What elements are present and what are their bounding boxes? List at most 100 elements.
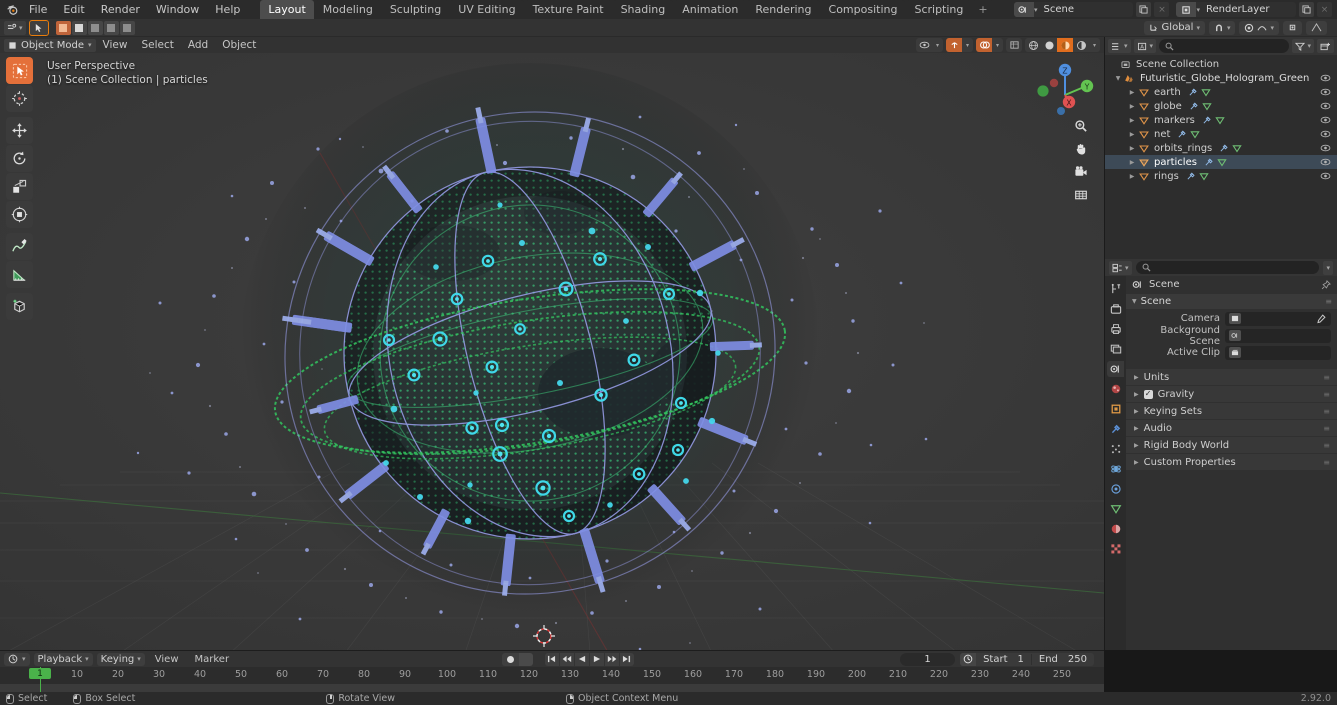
auto-keying-toggle[interactable]: [501, 652, 519, 666]
menu-file[interactable]: File: [21, 1, 55, 18]
current-frame-field[interactable]: 1: [900, 652, 956, 666]
chevron-right-icon[interactable]: ▶: [1127, 89, 1137, 96]
chevron-down-icon[interactable]: ▼: [1113, 75, 1123, 82]
eye-icon[interactable]: [1320, 116, 1331, 124]
start-frame-field[interactable]: Start 1: [976, 654, 1031, 665]
outliner-row-object[interactable]: ▶ markers: [1105, 113, 1337, 127]
modifier-icon[interactable]: [1186, 172, 1196, 181]
jump-to-end-button[interactable]: [619, 652, 634, 666]
end-frame-field[interactable]: End 250: [1030, 653, 1094, 665]
outliner-row-collection[interactable]: ▼ Futuristic_Globe_Hologram_Green: [1105, 71, 1337, 85]
add-workspace-button[interactable]: +: [972, 0, 994, 19]
properties-editor-type-dropdown[interactable]: ▾: [1109, 260, 1132, 275]
output-tab[interactable]: [1107, 321, 1124, 337]
timeline-menu-view[interactable]: View: [149, 654, 185, 665]
tab-compositing[interactable]: Compositing: [820, 0, 906, 19]
vertex-select-button[interactable]: [55, 20, 71, 35]
menu-help[interactable]: Help: [207, 1, 248, 18]
scene-name[interactable]: Scene: [1037, 4, 1133, 15]
navigation-gizmo[interactable]: Z Y X: [1032, 57, 1098, 123]
tab-sculpting[interactable]: Sculpting: [381, 0, 450, 19]
unlink-scene-button[interactable]: ×: [1154, 2, 1170, 17]
timeline-ruler[interactable]: 10 20 30 40 50 60 70 80 90 100 110 120 1…: [0, 667, 1104, 692]
rotate-tool[interactable]: [6, 145, 33, 172]
transform-tool[interactable]: [6, 201, 33, 228]
modifier-icon[interactable]: [1204, 158, 1214, 167]
outliner-row-scene-collection[interactable]: Scene Collection: [1105, 57, 1337, 71]
scene-selector[interactable]: ▾ Scene: [1013, 2, 1134, 17]
blender-logo-icon[interactable]: [3, 2, 21, 18]
background-scene-field[interactable]: [1225, 328, 1331, 343]
scene-tab[interactable]: [1107, 361, 1124, 377]
scene-panel-header[interactable]: ▼ Scene ≡: [1126, 294, 1337, 309]
data-tab[interactable]: [1107, 501, 1124, 517]
pin-icon[interactable]: [1321, 279, 1331, 290]
render-tab[interactable]: [1107, 301, 1124, 317]
properties-options-dropdown[interactable]: ▾: [1323, 260, 1333, 275]
tab-uv-editing[interactable]: UV Editing: [450, 0, 524, 19]
show-overlays-toggle[interactable]: [976, 38, 992, 52]
tab-layout[interactable]: Layout: [260, 0, 314, 19]
zoom-view-button[interactable]: [1072, 117, 1089, 134]
pan-view-button[interactable]: [1072, 140, 1089, 157]
view-layer-tab[interactable]: [1107, 341, 1124, 357]
cursor-tool[interactable]: [6, 85, 33, 112]
chevron-right-icon[interactable]: ▶: [1127, 117, 1137, 124]
mesh-data-icon[interactable]: [1217, 158, 1227, 167]
tab-scripting[interactable]: Scripting: [906, 0, 972, 19]
tab-texture-paint[interactable]: Texture Paint: [524, 0, 612, 19]
xray-toggle[interactable]: [1006, 38, 1022, 52]
outliner-filter-id-dropdown[interactable]: A ▾: [1133, 39, 1157, 53]
outliner-display-mode-dropdown[interactable]: ▾: [1108, 39, 1131, 53]
gravity-subpanel[interactable]: ▶ ✓ Gravity ≡: [1126, 386, 1337, 402]
timeline-scrollbar[interactable]: [0, 684, 1104, 692]
play-reverse-button[interactable]: [574, 652, 589, 666]
mesh-data-icon[interactable]: [1202, 102, 1212, 111]
eye-icon[interactable]: [1320, 172, 1331, 180]
mesh-data-icon[interactable]: [1232, 144, 1242, 153]
eyedropper-icon[interactable]: [1314, 313, 1327, 324]
active-tool-icon[interactable]: [28, 19, 49, 36]
tab-animation[interactable]: Animation: [674, 0, 747, 19]
shading-wireframe-button[interactable]: [1025, 38, 1041, 52]
physics-tab[interactable]: [1107, 461, 1124, 477]
material-tab[interactable]: [1107, 521, 1124, 537]
outliner-row-object[interactable]: ▶ globe: [1105, 99, 1337, 113]
viewport-menu-view[interactable]: View: [96, 38, 135, 52]
tab-shading[interactable]: Shading: [612, 0, 674, 19]
eye-icon[interactable]: [1320, 102, 1331, 110]
modifier-icon[interactable]: [1189, 102, 1199, 111]
eye-icon[interactable]: [1320, 130, 1331, 138]
chevron-down-icon[interactable]: ▾: [1089, 38, 1100, 52]
scale-tool[interactable]: [6, 173, 33, 200]
face-select-button[interactable]: [87, 20, 103, 35]
view-layer-name[interactable]: RenderLayer: [1200, 4, 1296, 15]
object-mode-dropdown[interactable]: Object Mode ▾: [4, 38, 96, 52]
modifier-icon[interactable]: [1202, 116, 1212, 125]
modifier-icon[interactable]: [1219, 144, 1229, 153]
mesh-data-icon[interactable]: [1199, 172, 1209, 181]
viewport-menu-select[interactable]: Select: [134, 38, 180, 52]
proportional-edit-button[interactable]: ▾: [1239, 20, 1279, 35]
properties-search-input[interactable]: [1135, 261, 1320, 274]
outliner-row-object[interactable]: ▶ earth: [1105, 85, 1337, 99]
measure-tool[interactable]: [6, 261, 33, 288]
outliner-row-object[interactable]: ▶ orbits_rings: [1105, 141, 1337, 155]
chevron-down-icon[interactable]: ▾: [962, 38, 973, 52]
annotate-tool[interactable]: [6, 233, 33, 260]
keying-dropdown[interactable]: Keying ▾: [96, 652, 145, 666]
rigid-body-world-subpanel[interactable]: ▶ Rigid Body World ≡: [1126, 437, 1337, 453]
eye-icon[interactable]: [1320, 144, 1331, 152]
jump-next-keyframe-button[interactable]: [604, 652, 619, 666]
tool-tab[interactable]: [1107, 281, 1124, 297]
world-tab[interactable]: [1107, 381, 1124, 397]
jump-prev-keyframe-button[interactable]: [559, 652, 574, 666]
jump-to-start-button[interactable]: [544, 652, 559, 666]
menu-window[interactable]: Window: [148, 1, 207, 18]
timeline-editor-type-dropdown[interactable]: ▾: [4, 652, 30, 666]
outliner-row-object-selected[interactable]: ▶ particles: [1105, 155, 1337, 169]
modifier-icon[interactable]: [1177, 130, 1187, 139]
mesh-data-icon[interactable]: [1200, 88, 1211, 97]
units-subpanel[interactable]: ▶ Units ≡: [1126, 369, 1337, 385]
outliner-row-object[interactable]: ▶ net: [1105, 127, 1337, 141]
